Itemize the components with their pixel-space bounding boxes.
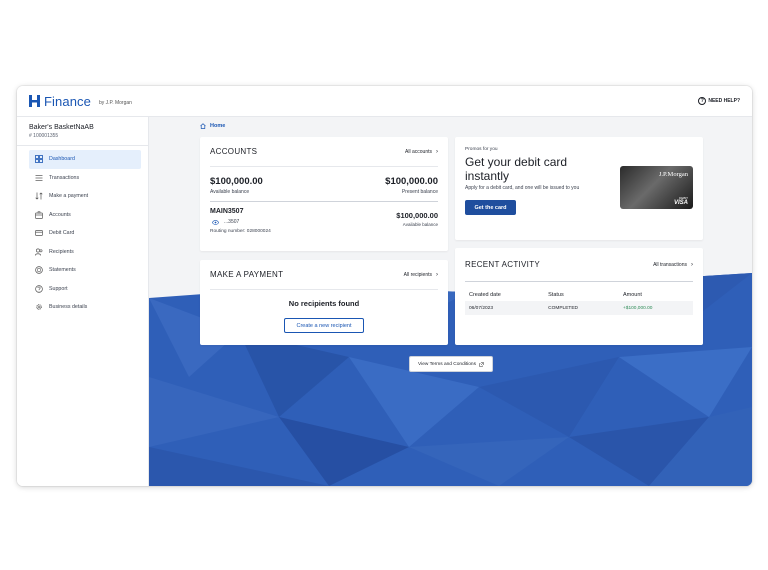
sidebar-item-label: Debit Card [49,230,75,237]
all-transactions-link[interactable]: All transactions › [653,262,693,268]
sidebar-divider [17,145,148,146]
sidebar-item-debit-card[interactable]: Debit Card [29,224,141,243]
sub-account-name: MAIN3507 [210,208,244,215]
column-header: Created date [469,291,501,298]
sidebar-item-label: Dashboard [49,156,75,163]
logo-text: Finance [44,93,91,109]
chevron-right-icon: › [436,148,438,155]
sidebar-item-make-payment[interactable]: Make a payment [29,187,141,206]
statement-icon [35,266,43,275]
promo-card: Promos for you Get your debit card insta… [455,137,703,240]
column-header: Amount [622,291,642,298]
question-icon: ? [698,97,707,105]
table-row[interactable]: 06/07/2023 COMPLETED +$100,000.00 [465,301,693,315]
card-bank-name: J.P.Morgan [658,171,688,178]
sidebar-item-label: Make a payment [49,193,89,200]
accounts-card: ACCOUNTS All accounts › $100,000.00 Avai… [200,137,448,251]
sidebar-item-support[interactable]: Support [29,280,141,299]
users-icon [35,248,43,256]
promo-title: Get your debit card instantly [465,155,568,183]
logo-mark-icon [29,95,40,107]
debit-card-image: J.P.Morgan DEBIT VISA [620,166,693,209]
sidebar-item-dashboard[interactable]: Dashboard [29,150,141,169]
accounts-divider [210,201,438,202]
sub-account-balance: $100,000.00 [396,211,438,220]
chevron-right-icon: › [436,271,438,278]
activity-status: COMPLETED [544,301,619,315]
no-recipients-text: No recipients found [288,299,360,308]
account-number: # 100001355 [29,133,59,139]
make-payment-card: MAKE A PAYMENT All recipients › No recip… [200,260,448,345]
list-icon [35,174,43,181]
terms-button[interactable]: View Terms and Conditions [409,356,493,372]
all-transactions-label: All transactions [653,261,687,268]
account-name: Baker's BasketNaAB [29,124,94,131]
make-payment-title: MAKE A PAYMENT [210,270,284,279]
terms-label: View Terms and Conditions [418,361,476,367]
sidebar-item-label: Business details [49,304,88,311]
get-card-button[interactable]: Get the card [465,200,516,215]
sub-account-mask: ...3507 [224,219,240,225]
help-icon [35,284,43,293]
routing-number: Routing number: 028000024 [210,229,271,234]
app-window: Finance by J.P. Morgan ? NEED HELP? Bake… [17,86,752,486]
all-accounts-label: All accounts [405,148,432,155]
chevron-right-icon: › [691,261,693,268]
create-recipient-button[interactable]: Create a new recipient [284,318,364,333]
activity-amount: +$100,000.00 [618,301,693,315]
available-balance: $100,000.00 [210,176,263,187]
gear-icon [36,304,42,310]
all-recipients-label: All recipients [403,271,432,278]
top-bar: Finance by J.P. Morgan ? NEED HELP? [17,86,752,117]
sidebar-item-transactions[interactable]: Transactions [29,169,141,188]
need-help-label: NEED HELP? [708,98,740,104]
recent-activity-card: RECENT ACTIVITY All transactions › Creat… [455,248,703,345]
present-balance: $100,000.00 [385,176,438,187]
accounts-title: ACCOUNTS [210,147,258,156]
home-icon [200,123,206,129]
available-balance-label: Available balance [210,189,250,195]
sidebar-item-statements[interactable]: Statements [29,261,141,280]
sidebar-item-recipients[interactable]: Recipients [29,243,141,262]
payment-arrows-icon [35,192,43,200]
main-content: Home ACCOUNTS All accounts › $100,000.00… [149,117,752,486]
sidebar-nav: Dashboard Transactions Make a payment Ac… [17,150,148,317]
sidebar: Baker's BasketNaAB # 100001355 Dashboard… [17,117,149,486]
external-link-icon [479,361,484,367]
column-header: Status [548,291,564,298]
dashboard-icon [35,155,43,164]
sidebar-item-label: Statements [49,267,76,274]
logo-subtitle: by J.P. Morgan [98,100,132,106]
eye-icon[interactable] [212,219,219,225]
sidebar-item-label: Accounts [49,211,71,218]
bank-icon [35,211,43,219]
present-balance-label: Present balance [401,189,438,195]
sidebar-item-accounts[interactable]: Accounts [29,206,141,225]
activity-date: 06/07/2023 [465,301,545,315]
card-icon [35,230,43,237]
sub-account-balance-label: Available balance [402,222,438,227]
sidebar-item-label: Recipients [49,248,74,255]
all-recipients-link[interactable]: All recipients › [404,272,438,278]
breadcrumb[interactable]: Home [200,123,225,129]
breadcrumb-home: Home [210,123,226,129]
recent-activity-title: RECENT ACTIVITY [465,260,541,269]
sub-account-row[interactable]: MAIN3507 ...3507 Routing number: 0280000… [210,208,438,234]
promo-eyebrow: Promos for you [465,147,498,152]
visa-logo: VISA [673,200,688,206]
logo[interactable]: Finance by J.P. Morgan [29,94,132,109]
activity-table: Created date Status Amount 06/07/2023 CO… [465,288,693,315]
sidebar-item-label: Transactions [49,174,80,181]
sidebar-item-label: Support [49,285,68,292]
sidebar-item-business-details[interactable]: Business details [29,298,141,317]
all-accounts-link[interactable]: All accounts › [405,149,438,155]
need-help-link[interactable]: ? NEED HELP? [698,97,740,105]
